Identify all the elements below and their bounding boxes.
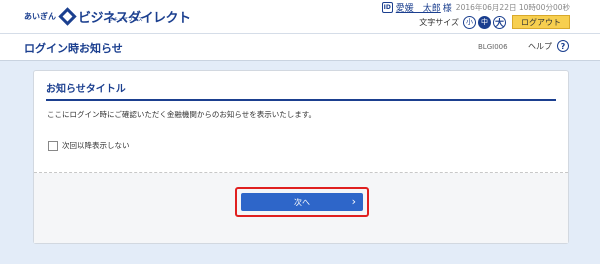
last-login-time: 2016年06月22日 10時00分00秒 <box>455 2 570 12</box>
hide-next-time-label: 次回以降表示しない <box>62 141 130 150</box>
logout-button[interactable]: ログアウト <box>512 15 570 29</box>
user-id-icon: ID <box>381 1 393 13</box>
logo-sub-text: セキュアプラス <box>108 17 143 23</box>
page-title-bar: ログイン時お知らせ BLGI006 ヘルプ ? <box>0 33 600 61</box>
user-honorific: 様 <box>442 3 452 14</box>
top-header: あいぎん ビジネスダイレクト セキュアプラス ID 愛媛 太郎 様 2016年0… <box>0 0 600 33</box>
help-link[interactable]: ヘルプ ? <box>528 40 569 52</box>
next-button-label: 次へ <box>294 197 310 207</box>
font-size-label: 文字サイズ <box>419 17 459 27</box>
notice-header: お知らせタイトル <box>46 81 556 101</box>
hide-next-time-checkbox[interactable] <box>48 140 58 151</box>
logo-small-text: あいぎん <box>24 11 56 21</box>
next-button[interactable]: 次へ › <box>241 193 363 211</box>
page-title: ログイン時お知らせ <box>24 42 123 55</box>
hide-next-time-option[interactable]: 次回以降表示しない <box>48 140 130 151</box>
user-info: ID 愛媛 太郎 様 2016年06月22日 10時00分00秒 <box>381 0 570 14</box>
logo-mark-icon <box>58 6 77 26</box>
font-size-medium-button[interactable]: 中 <box>478 15 491 29</box>
chevron-right-icon: › <box>351 195 356 208</box>
screen-id: BLGI006 <box>478 43 508 51</box>
font-size-small-button[interactable]: 小 <box>463 15 476 29</box>
font-size-large-button[interactable]: 大 <box>493 15 506 29</box>
user-name-link[interactable]: 愛媛 太郎 <box>396 1 441 14</box>
help-icon: ? <box>557 40 569 52</box>
notice-panel: お知らせタイトル ここにログイン時にご確認いただく金融機関からのお知らせを表示い… <box>33 70 569 244</box>
next-button-highlight: 次へ › <box>235 187 369 217</box>
header-controls: 文字サイズ 小 中 大 ログアウト <box>419 14 570 30</box>
notice-body: ここにログイン時にご確認いただく金融機関からのお知らせを表示いたします。 <box>47 110 316 119</box>
notice-title: お知らせタイトル <box>46 84 126 95</box>
help-label: ヘルプ <box>528 41 552 51</box>
